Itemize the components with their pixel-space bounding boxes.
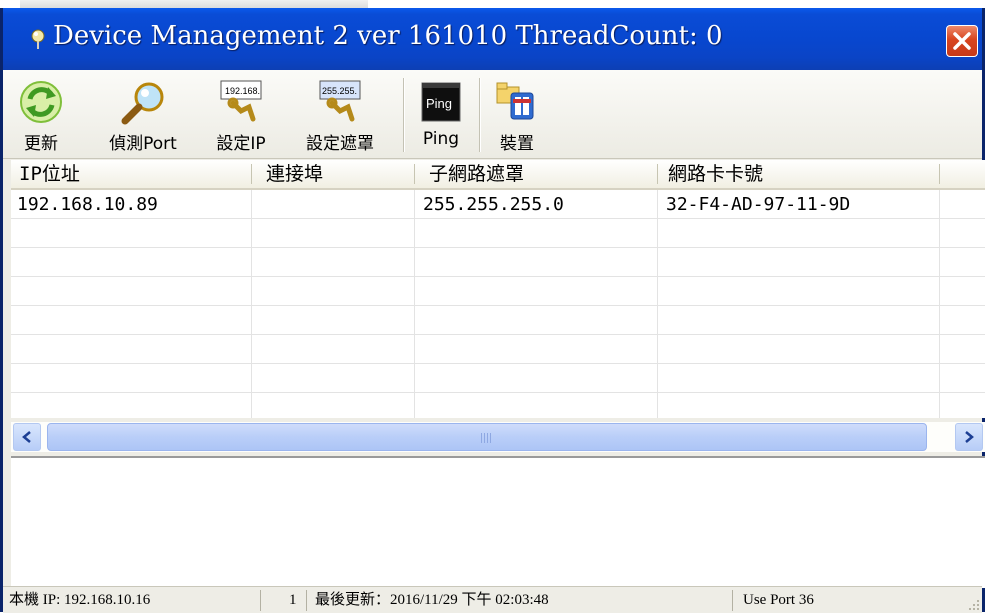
cropped-window-fragment <box>20 0 368 8</box>
device-button[interactable]: 裝置 <box>487 76 547 154</box>
close-button[interactable] <box>946 25 978 57</box>
set-mask-button[interactable]: 255.255. 設定遮罩 <box>285 76 395 154</box>
title-bar[interactable]: Device Management 2 ver 161010 ThreadCou… <box>3 8 982 70</box>
status-local-ip: 本機 IP: 192.168.10.16 <box>3 590 261 611</box>
set-mask-button-label: 設定遮罩 <box>306 134 374 154</box>
table-row[interactable]: 192.168.10.89 255.255.255.0 32-F4-AD-97-… <box>11 190 985 219</box>
toolbar-separator <box>403 78 404 152</box>
device-management-window: Device Management 2 ver 161010 ThreadCou… <box>0 8 985 613</box>
status-port: Use Port 36 <box>743 592 814 608</box>
status-bar: 本機 IP: 192.168.10.16 1 最後更新：2016/11/29 下… <box>3 586 982 613</box>
log-panel[interactable] <box>11 456 985 588</box>
toolbar: 更新 偵測Port 192.168. 設定IP 255.255. 設定遮罩 Pi… <box>3 70 982 159</box>
status-count: 1 <box>261 590 307 611</box>
status-last-update: 最後更新：2016/11/29 下午 02:03:48 <box>307 590 733 611</box>
scroll-thumb[interactable] <box>47 423 927 451</box>
cell-mac: 32-F4-AD-97-11-9D <box>666 194 851 215</box>
set-ip-button-label: 設定IP <box>216 134 266 154</box>
cell-subnet-mask: 255.255.255.0 <box>423 194 564 215</box>
chevron-right-icon <box>965 431 974 443</box>
empty-row <box>11 364 985 393</box>
empty-row <box>11 335 985 364</box>
window-title: Device Management 2 ver 161010 ThreadCou… <box>53 21 723 51</box>
empty-row <box>11 277 985 306</box>
cropped-window-strip <box>0 0 985 8</box>
pin-icon <box>31 29 45 49</box>
set-ip-icon: 192.168. <box>220 80 262 122</box>
detect-port-button-label: 偵測Port <box>109 134 177 154</box>
set-ip-button[interactable]: 192.168. 設定IP <box>199 76 283 154</box>
svg-text:Ping: Ping <box>426 96 452 111</box>
device-button-label: 裝置 <box>500 134 534 154</box>
column-header-mac[interactable]: 網路卡卡號 <box>658 160 938 188</box>
scroll-grip <box>481 433 493 443</box>
column-header-port[interactable]: 連接埠 <box>252 160 414 188</box>
svg-text:192.168.: 192.168. <box>225 86 260 96</box>
scroll-left-button[interactable] <box>13 423 41 451</box>
magnifier-icon <box>121 82 164 125</box>
svg-text:255.255.: 255.255. <box>322 86 357 96</box>
empty-row <box>11 393 985 418</box>
scroll-right-button[interactable] <box>955 423 983 451</box>
horizontal-scrollbar[interactable] <box>11 422 985 452</box>
list-header: IP位址 連接埠 子網路遮罩 網路卡卡號 <box>11 160 985 190</box>
empty-row <box>11 219 985 248</box>
device-list[interactable]: IP位址 連接埠 子網路遮罩 網路卡卡號 192.168.10.89 255.2… <box>11 160 985 418</box>
chevron-left-icon <box>22 431 31 443</box>
cell-port <box>252 190 414 219</box>
detect-port-button[interactable]: 偵測Port <box>93 76 193 154</box>
resize-grip-icon[interactable] <box>966 597 980 611</box>
ping-button-label: Ping <box>422 129 460 149</box>
ping-button[interactable]: Ping Ping <box>411 76 471 154</box>
column-header-subnet-mask[interactable]: 子網路遮罩 <box>415 160 657 188</box>
column-header-ip[interactable]: IP位址 <box>11 160 251 188</box>
empty-row <box>11 306 985 335</box>
ping-icon: Ping <box>421 82 461 122</box>
empty-row <box>11 248 985 277</box>
close-icon <box>953 32 971 50</box>
device-icon <box>496 82 534 120</box>
refresh-button[interactable]: 更新 <box>11 76 71 154</box>
set-mask-icon: 255.255. <box>319 80 361 122</box>
cell-ip: 192.168.10.89 <box>17 194 158 215</box>
toolbar-separator <box>479 78 480 152</box>
refresh-button-label: 更新 <box>24 134 58 154</box>
refresh-icon <box>20 81 62 123</box>
column-divider[interactable] <box>939 164 940 184</box>
